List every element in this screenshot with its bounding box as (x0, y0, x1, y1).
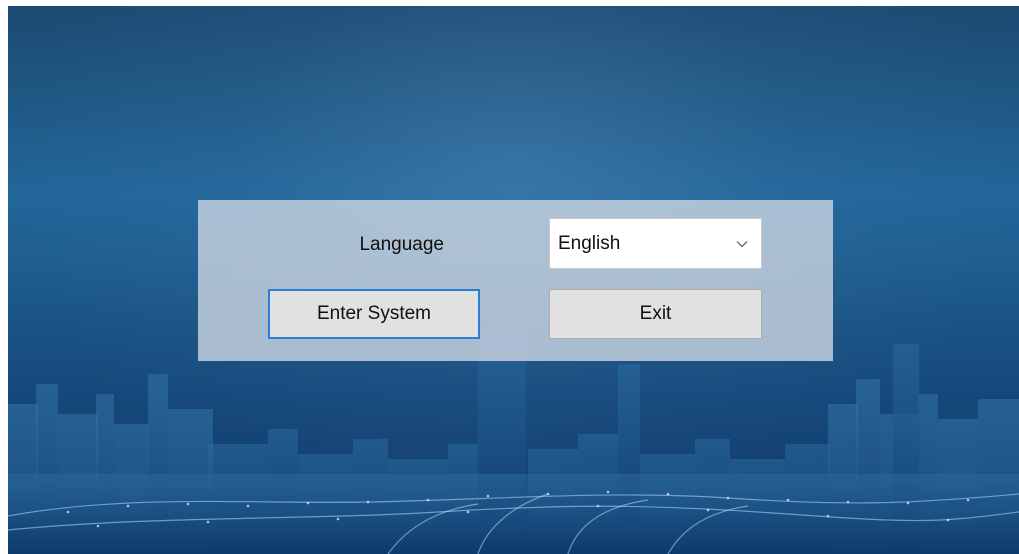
exit-button[interactable]: Exit (549, 289, 762, 339)
chevron-down-icon (736, 241, 748, 248)
language-label: Language (359, 234, 444, 255)
enter-system-button[interactable]: Enter System (268, 289, 480, 339)
language-select[interactable]: English (549, 218, 762, 269)
login-panel: Language English Enter System Exit (198, 200, 833, 361)
language-label-container: Language (268, 233, 444, 257)
login-window: Language English Enter System Exit (8, 6, 1019, 554)
language-select-value: English (558, 233, 621, 254)
